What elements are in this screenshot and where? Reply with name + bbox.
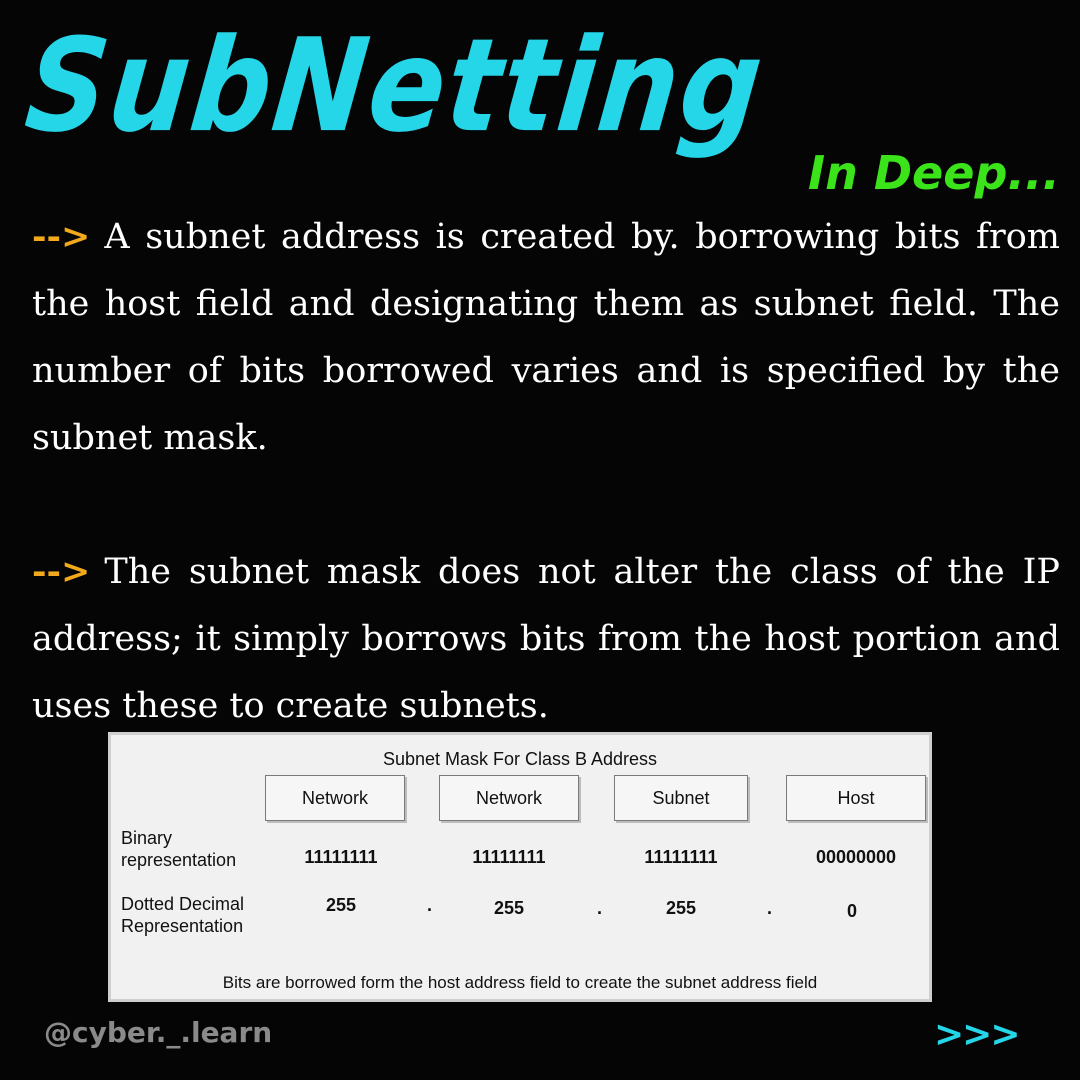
dot-separator: .: [597, 898, 603, 918]
paragraph-2: --> The subnet mask does not alter the cl…: [32, 538, 1060, 740]
subnet-mask-figure: Subnet Mask For Class B Address Network …: [108, 732, 932, 1002]
paragraph-2-text: The subnet mask does not alter the class…: [32, 552, 1060, 726]
figure-caption: Bits are borrowed form the host address …: [222, 973, 818, 992]
next-page-arrows[interactable]: >>>: [934, 1014, 1020, 1055]
arrow-marker: -->: [32, 551, 91, 592]
arrow-marker: -->: [32, 216, 91, 257]
row-label-binary: Binary representation: [121, 827, 236, 871]
column-network-2: Network: [439, 775, 579, 821]
row-label-line: representation: [121, 850, 237, 870]
binary-value: 11111111: [472, 847, 546, 867]
decimal-value: 255: [665, 898, 697, 918]
binary-value: 11111111: [644, 847, 718, 867]
column-subnet: Subnet: [614, 775, 748, 821]
paragraph-1: --> A subnet address is created by. borro…: [32, 203, 1060, 472]
decimal-value: 0: [846, 901, 857, 921]
binary-value: 11111111: [304, 847, 378, 867]
author-handle: @cyber._.learn: [44, 1016, 273, 1049]
decimal-value: 255: [493, 898, 525, 918]
page-title: SubNetting: [19, 11, 771, 162]
dot-separator: .: [427, 895, 433, 915]
row-label-line: Representation: [121, 916, 244, 936]
page-subtitle: In Deep...: [808, 146, 1060, 200]
figure-title: Subnet Mask For Class B Address: [382, 749, 658, 769]
dot-separator: .: [767, 898, 773, 918]
row-label-line: Dotted Decimal: [121, 894, 245, 914]
row-label-dotted: Dotted Decimal Representation: [121, 893, 244, 937]
column-host: Host: [786, 775, 926, 821]
binary-value: 00000000: [815, 847, 897, 867]
paragraph-1-text: A subnet address is created by. borrowin…: [32, 217, 1060, 458]
column-network-1: Network: [265, 775, 405, 821]
row-label-line: Binary: [121, 828, 173, 848]
decimal-value: 255: [325, 895, 357, 915]
